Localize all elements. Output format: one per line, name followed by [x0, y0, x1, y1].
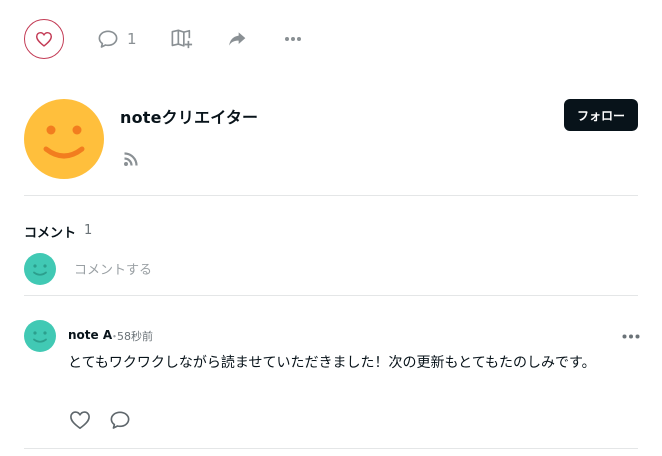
comment-action[interactable]: 1 [97, 28, 137, 50]
current-user-avatar [24, 253, 56, 285]
follow-button[interactable]: フォロー [564, 99, 638, 131]
comment-more-icon[interactable] [622, 334, 640, 339]
like-button[interactable] [24, 19, 64, 59]
divider [24, 195, 638, 196]
comment-like-icon[interactable] [69, 410, 91, 430]
comment-count: 1 [127, 30, 137, 48]
rss-icon[interactable] [123, 151, 139, 167]
speech-bubble-icon [98, 30, 118, 48]
comment-input[interactable]: コメントする [74, 259, 152, 278]
share-button[interactable] [227, 28, 247, 50]
more-dots-icon [285, 37, 301, 41]
creator-avatar[interactable] [24, 99, 104, 179]
comment-timestamp: 58秒前 [117, 330, 153, 343]
heart-icon [36, 31, 52, 47]
add-to-magazine-button[interactable] [170, 28, 194, 50]
comment-body: とてもワクワクしながら読ませていただきました！次の更新もとてもたのしみです。 [68, 355, 596, 371]
note-article-footer: 1 noteクリエイター フォロー コメント 1 コメントする note A ・… [0, 0, 662, 456]
divider [24, 295, 638, 296]
comments-count: 1 [84, 223, 93, 238]
more-menu-button[interactable] [284, 28, 302, 50]
comment-author[interactable]: note A [68, 328, 112, 342]
book-plus-icon [171, 29, 193, 49]
divider [24, 448, 638, 449]
creator-name[interactable]: noteクリエイター [120, 104, 258, 128]
comments-title: コメント [24, 226, 77, 241]
comment-reply-icon[interactable] [109, 410, 131, 430]
commenter-avatar[interactable] [24, 320, 56, 352]
share-arrow-icon [229, 32, 246, 46]
